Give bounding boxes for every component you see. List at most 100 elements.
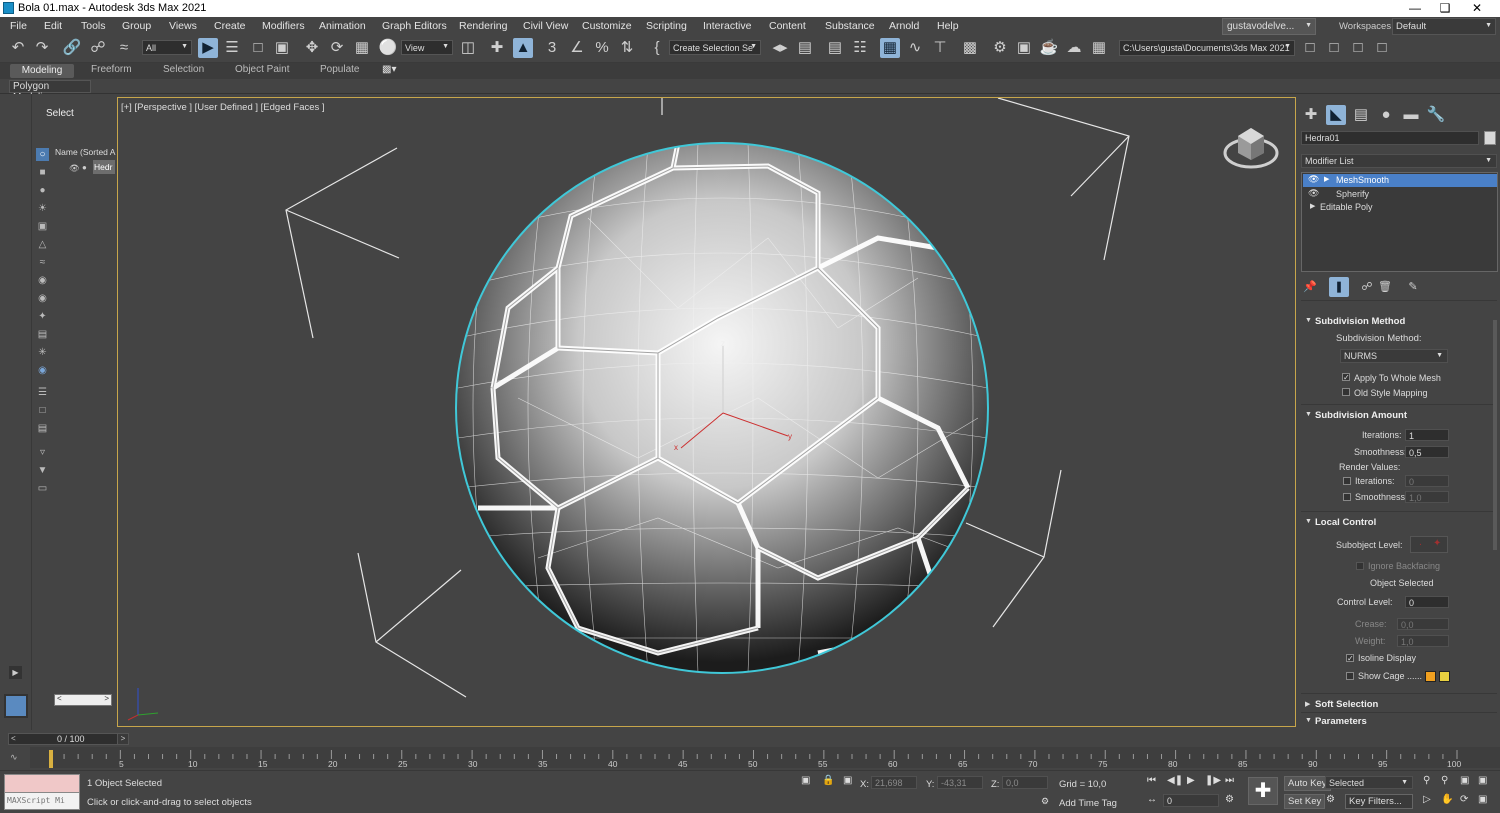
unlink-icon[interactable]: ☍	[88, 38, 108, 58]
stack-item-editable-poly[interactable]: ▶ Editable Poly	[1303, 201, 1497, 214]
project-settings-icon[interactable]: □	[1372, 38, 1392, 58]
render-smoothness-spinner[interactable]: 1,0	[1405, 491, 1449, 503]
tab-object-paint[interactable]: Object Paint	[235, 64, 289, 75]
collapse-arrow-icon[interactable]: ▼	[1305, 317, 1312, 324]
eye-icon[interactable]: 👁	[1308, 188, 1319, 199]
angle-snap-icon[interactable]: ∠	[567, 38, 587, 58]
track-bar[interactable]	[30, 747, 1500, 768]
menu-rendering[interactable]: Rendering	[459, 20, 507, 32]
display-lights-icon[interactable]: ☀	[36, 202, 49, 215]
render-iterations-checkbox[interactable]	[1343, 477, 1351, 485]
current-frame-field[interactable]: 0	[1163, 794, 1219, 807]
edge-subobject-icon[interactable]: ✦	[1433, 538, 1441, 549]
explorer-page-icon[interactable]: □	[36, 404, 49, 417]
mirror-icon[interactable]: ◂▸	[770, 38, 790, 58]
maximize-icon[interactable]: ❑	[1430, 0, 1460, 17]
rollout-local-control[interactable]: Local Control	[1315, 517, 1376, 528]
control-level-spinner[interactable]: 0	[1405, 596, 1449, 608]
scroll-left-icon[interactable]: <	[57, 694, 62, 703]
configure-sets-icon[interactable]: ✎	[1403, 277, 1423, 297]
menu-customize[interactable]: Customize	[582, 20, 632, 32]
render-smoothness-checkbox[interactable]	[1343, 493, 1351, 501]
place-icon[interactable]: ⚪	[378, 38, 398, 58]
perspective-viewport[interactable]: z y x	[117, 97, 1296, 727]
collapse-arrow-icon[interactable]: ▼	[1305, 518, 1312, 525]
minimize-icon[interactable]: —	[1400, 0, 1430, 17]
render-iterations-spinner[interactable]: 0	[1405, 475, 1449, 487]
move-icon[interactable]: ✥	[302, 38, 322, 58]
rectangular-selection-icon[interactable]: □	[248, 38, 268, 58]
selection-lock-icon[interactable]: 🔒	[822, 775, 834, 786]
pan-view-icon[interactable]: ✋	[1441, 794, 1453, 805]
display-bones-icon[interactable]: ✦	[36, 310, 49, 323]
named-selection-dropdown[interactable]: Create Selection Se ▼	[669, 40, 761, 55]
previous-frame-icon[interactable]: ◀❚	[1167, 775, 1183, 786]
menu-substance[interactable]: Substance	[825, 20, 875, 32]
funnel-icon[interactable]: ▼	[36, 464, 49, 477]
next-frame-icon[interactable]: >	[117, 733, 129, 745]
time-slider[interactable]: < 0 / 100	[8, 733, 129, 745]
select-object-icon[interactable]: ▶	[198, 38, 218, 58]
menu-views[interactable]: Views	[169, 20, 197, 32]
menu-interactive[interactable]: Interactive	[703, 20, 751, 32]
window-crossing-icon[interactable]: ▣	[272, 38, 292, 58]
stack-item-spherify[interactable]: 👁 Spherify	[1303, 188, 1497, 201]
isolate-selection-icon[interactable]: ▣	[801, 775, 810, 786]
display-spacewarps-icon[interactable]: ≈	[36, 256, 49, 269]
display-cameras-icon[interactable]: ▣	[36, 220, 49, 233]
isoline-display-checkbox[interactable]: ✓	[1346, 654, 1354, 663]
cage-color-swatch-2[interactable]	[1439, 671, 1450, 682]
x-coord-field[interactable]: 21,698	[871, 776, 917, 789]
ignore-backfacing-checkbox[interactable]	[1356, 562, 1364, 570]
percent-snap-icon[interactable]: %	[592, 38, 612, 58]
vertex-subobject-icon[interactable]: ∙	[1419, 539, 1422, 550]
zoom-all-icon[interactable]: ⚲	[1441, 775, 1448, 786]
show-cage-checkbox[interactable]	[1346, 672, 1354, 680]
scene-item-hedra01[interactable]: Hedr	[93, 160, 115, 174]
render-production-icon[interactable]: ☕	[1039, 38, 1059, 58]
toggle-scene-explorer-icon[interactable]: ▤	[825, 38, 845, 58]
tab-freeform[interactable]: Freeform	[91, 64, 132, 75]
display-groups-icon[interactable]: ◉	[36, 274, 49, 287]
display-containers-icon[interactable]: ▤	[36, 328, 49, 341]
toggle-ribbon-icon[interactable]: ▦	[880, 38, 900, 58]
bind-space-warp-icon[interactable]: ≈	[114, 38, 134, 58]
crease-spinner[interactable]: 0,0	[1397, 618, 1449, 630]
render-setup-icon[interactable]: ⚙	[990, 38, 1010, 58]
spinner-snap-icon[interactable]: ⇅	[617, 38, 637, 58]
modifier-list-dropdown[interactable]: Modifier List ▼	[1301, 154, 1497, 168]
subobject-level-buttons[interactable]: ∙ ✦	[1410, 536, 1448, 553]
time-tag-icon[interactable]: ⚙	[1041, 796, 1049, 807]
time-configuration-icon[interactable]: ⚙	[1225, 794, 1234, 805]
play-icon[interactable]: ▶	[1187, 775, 1195, 786]
zoom-icon[interactable]: ⚲	[1423, 775, 1430, 786]
key-mode-dropdown[interactable]: Selected ▼	[1325, 776, 1413, 789]
menu-tools[interactable]: Tools	[81, 20, 106, 32]
scroll-right-icon[interactable]: >	[104, 694, 109, 703]
viewcube-icon[interactable]	[1223, 128, 1279, 169]
show-end-result-icon[interactable]: ❚	[1329, 277, 1349, 297]
rollout-subdivision-method[interactable]: Subdivision Method	[1315, 316, 1405, 327]
menu-create[interactable]: Create	[214, 20, 246, 32]
menu-modifiers[interactable]: Modifiers	[262, 20, 305, 32]
zoom-extents-all-icon[interactable]: ▣	[1478, 775, 1487, 786]
maxscript-mini-input[interactable]: MAXScript Mi	[4, 792, 80, 810]
modify-tab-icon[interactable]: ◣	[1326, 105, 1346, 125]
eye-icon[interactable]: 👁	[1308, 174, 1319, 185]
menu-animation[interactable]: Animation	[319, 20, 366, 32]
link-icon[interactable]: 🔗	[62, 38, 82, 58]
undo-icon[interactable]: ↶	[8, 38, 28, 58]
toggle-layer-explorer-icon[interactable]: ☷	[850, 38, 870, 58]
reference-coordinate-dropdown[interactable]: View ▼	[401, 40, 453, 55]
freeze-dot-icon[interactable]: ●	[82, 163, 87, 172]
menu-edit[interactable]: Edit	[44, 20, 62, 32]
selection-filter-dropdown[interactable]: All ▼	[142, 40, 192, 55]
menu-group[interactable]: Group	[122, 20, 151, 32]
next-key-icon[interactable]: ❚▶	[1205, 775, 1221, 786]
display-shapes-icon[interactable]: ●	[36, 184, 49, 197]
make-unique-icon[interactable]: ☍	[1357, 277, 1377, 297]
display-xrefs-icon[interactable]: ◉	[36, 292, 49, 305]
redo-icon[interactable]: ↷	[32, 38, 52, 58]
weight-spinner[interactable]: 1,0	[1397, 635, 1449, 647]
field-of-view-icon[interactable]: ▷	[1423, 794, 1431, 805]
